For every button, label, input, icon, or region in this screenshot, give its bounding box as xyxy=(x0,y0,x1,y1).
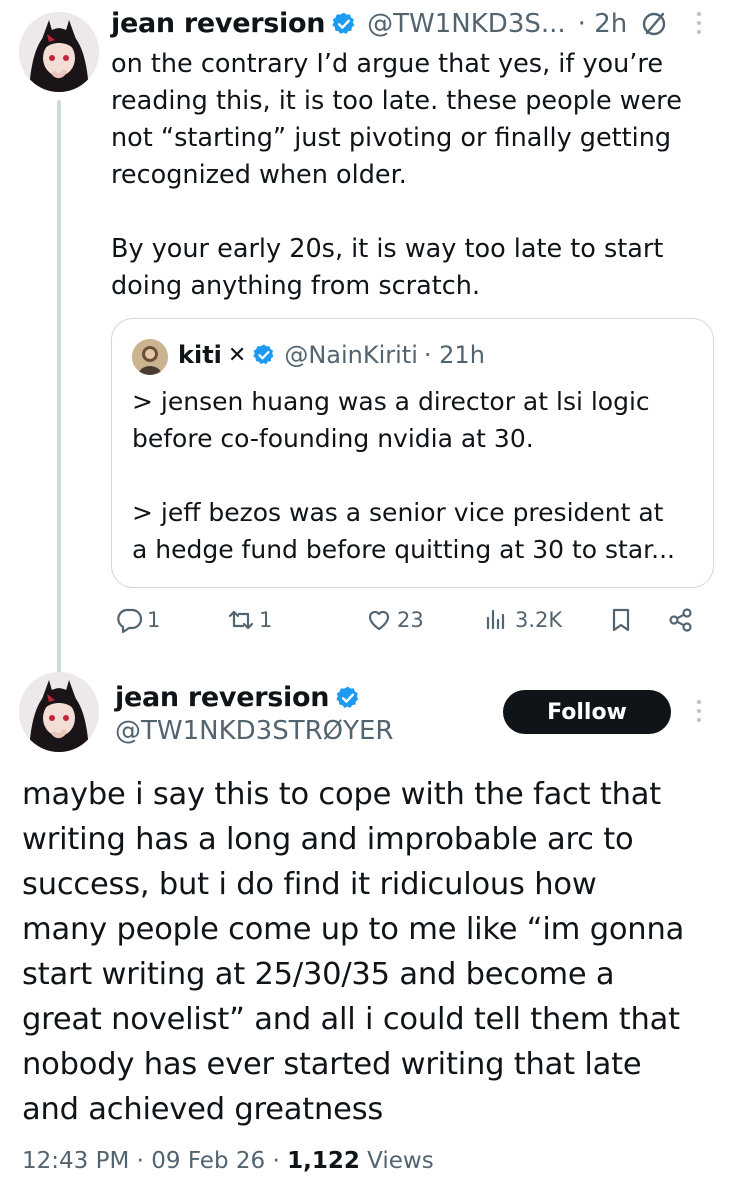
reply-icon xyxy=(115,606,143,634)
more-icon[interactable] xyxy=(694,700,704,722)
author-handle[interactable]: @TW1NKD3STRØYER xyxy=(115,716,393,746)
verified-badge-icon xyxy=(335,685,361,711)
bookmark-button[interactable] xyxy=(607,606,635,634)
verified-badge-icon xyxy=(331,11,357,37)
main-post-text: maybe i say this to cope with the fact t… xyxy=(22,777,685,1127)
quoted-author-handle[interactable]: @NainKiriti xyxy=(284,341,418,369)
reply-text: on the contrary I’d argue that yes, if y… xyxy=(111,49,682,301)
post-time[interactable]: · 2h xyxy=(578,9,628,39)
like-icon xyxy=(365,606,393,634)
author-handle[interactable]: @TW1NKD3S... xyxy=(367,9,566,39)
like-count: 23 xyxy=(397,608,424,632)
verified-badge-icon xyxy=(252,343,276,367)
repost-button[interactable]: 1 xyxy=(227,606,272,634)
repost-icon xyxy=(227,606,255,634)
like-button[interactable]: 23 xyxy=(365,606,424,634)
reply-count: 1 xyxy=(147,608,161,632)
share-button[interactable] xyxy=(667,606,695,634)
reply-button[interactable]: 1 xyxy=(115,606,160,634)
quoted-author-name[interactable]: kiti xyxy=(178,341,222,369)
repost-count: 1 xyxy=(259,608,273,632)
post-meta: 12:43 PM · 09 Feb 26 · 1,122 Views xyxy=(22,1148,434,1174)
views-icon xyxy=(483,606,511,634)
meta-separator: · xyxy=(129,1148,152,1174)
views-button[interactable]: 3.2K xyxy=(483,606,562,634)
avatar[interactable] xyxy=(19,672,99,752)
bookmark-icon xyxy=(607,606,635,634)
views-label: Views xyxy=(359,1148,434,1174)
action-bar: 1 1 23 3.2K xyxy=(111,606,711,646)
quoted-text: > jensen huang was a director at lsi log… xyxy=(132,387,675,564)
author-name[interactable]: jean reversion xyxy=(115,682,329,713)
quoted-author-row: kiti ✕ @NainKiriti · 21h xyxy=(178,341,485,369)
author-name[interactable]: jean reversion xyxy=(111,8,325,39)
quoted-post-time[interactable]: · 21h xyxy=(424,341,485,369)
grok-icon[interactable] xyxy=(641,11,667,37)
more-icon[interactable] xyxy=(694,12,704,34)
quoted-name-glyph: ✕ xyxy=(227,342,247,368)
post-time[interactable]: 12:43 PM xyxy=(22,1148,129,1174)
thread-connector-line xyxy=(57,100,61,680)
avatar[interactable] xyxy=(19,12,99,92)
follow-button[interactable]: Follow xyxy=(503,690,671,734)
main-author-row: jean reversion xyxy=(115,682,361,713)
share-icon xyxy=(667,606,695,634)
quoted-avatar[interactable] xyxy=(132,339,168,375)
views-count: 3.2K xyxy=(515,608,563,632)
views-count: 1,122 xyxy=(287,1148,360,1174)
quoted-post-card[interactable]: kiti ✕ @NainKiriti · 21h > jensen huang … xyxy=(111,318,714,588)
reply-author-row: jean reversion @TW1NKD3S... · 2h xyxy=(111,8,667,39)
meta-separator: · xyxy=(265,1148,288,1174)
post-date[interactable]: 09 Feb 26 xyxy=(151,1148,265,1174)
